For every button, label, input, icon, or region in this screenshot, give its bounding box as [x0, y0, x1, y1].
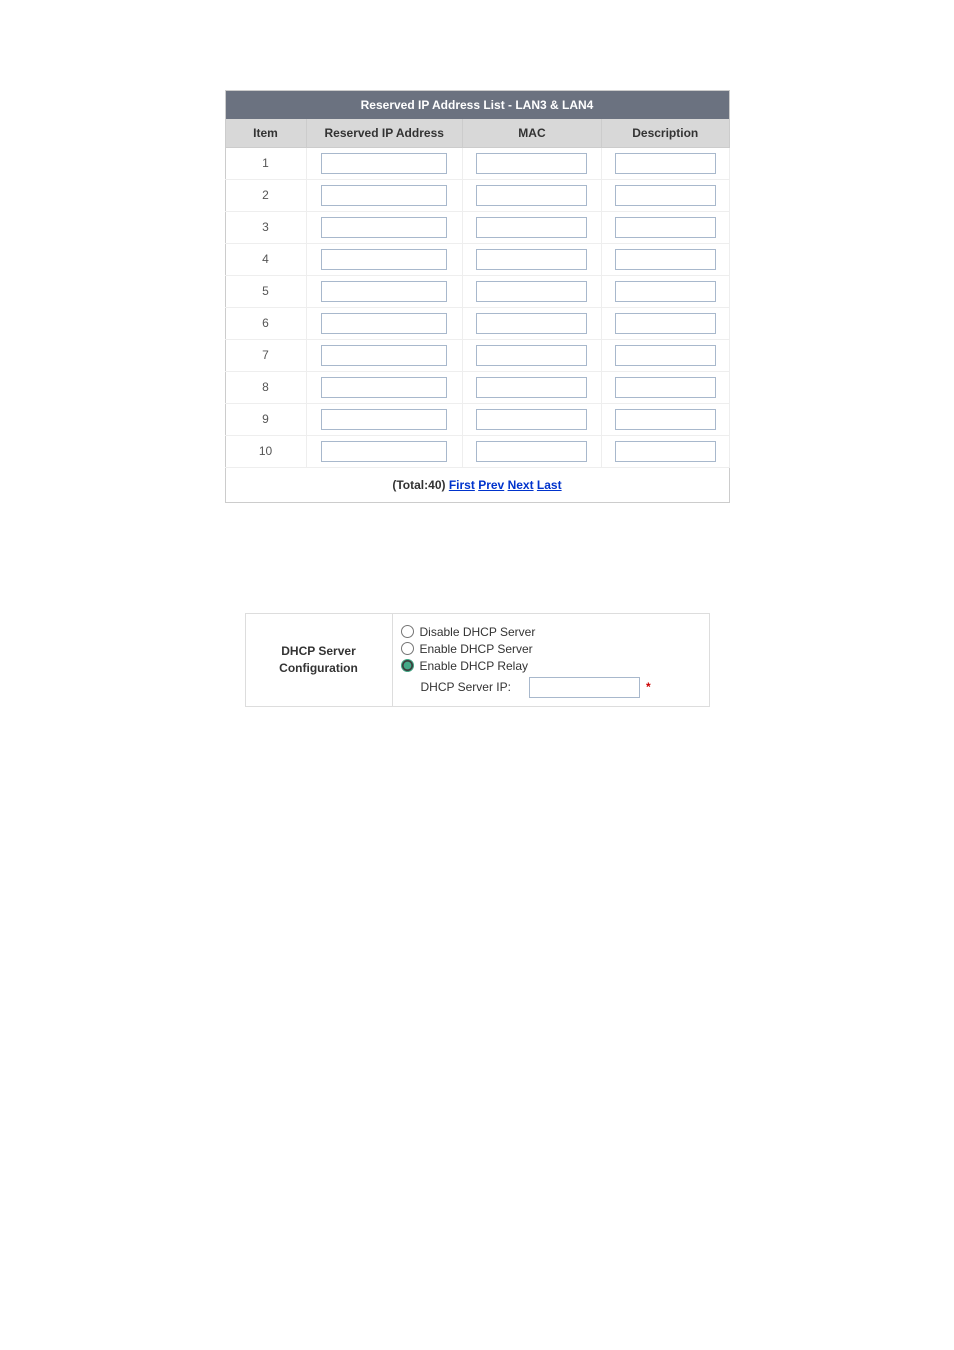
table-row: 2	[225, 179, 729, 211]
desc-input[interactable]	[615, 153, 716, 174]
header-ip: Reserved IP Address	[306, 119, 462, 148]
ip-input[interactable]	[321, 345, 447, 366]
ip-input[interactable]	[321, 249, 447, 270]
ip-input[interactable]	[321, 441, 447, 462]
dhcp-relay-radio[interactable]	[401, 659, 414, 672]
ip-input[interactable]	[321, 185, 447, 206]
desc-input[interactable]	[615, 377, 716, 398]
row-item: 3	[225, 211, 306, 243]
pager-first-link[interactable]: First	[449, 478, 475, 492]
desc-input[interactable]	[615, 441, 716, 462]
desc-input[interactable]	[615, 313, 716, 334]
dhcp-config-table: DHCP Server Configuration Disable DHCP S…	[245, 613, 710, 707]
ip-input[interactable]	[321, 409, 447, 430]
pager-prev-link[interactable]: Prev	[478, 478, 504, 492]
table-row: 3	[225, 211, 729, 243]
row-item: 1	[225, 147, 306, 179]
ip-input[interactable]	[321, 281, 447, 302]
desc-input[interactable]	[615, 281, 716, 302]
mac-input[interactable]	[476, 153, 587, 174]
dhcp-disable-label: Disable DHCP Server	[420, 625, 536, 639]
row-item: 7	[225, 339, 306, 371]
desc-input[interactable]	[615, 409, 716, 430]
table-row: 6	[225, 307, 729, 339]
desc-input[interactable]	[615, 217, 716, 238]
reserved-ip-table: Reserved IP Address List - LAN3 & LAN4 I…	[225, 90, 730, 503]
dhcp-relay-label: Enable DHCP Relay	[420, 659, 529, 673]
pager-last-link[interactable]: Last	[537, 478, 562, 492]
row-item: 10	[225, 435, 306, 467]
table-row: 1	[225, 147, 729, 179]
mac-input[interactable]	[476, 185, 587, 206]
ip-input[interactable]	[321, 153, 447, 174]
dhcp-server-ip-label: DHCP Server IP:	[421, 680, 511, 694]
table-row: 10	[225, 435, 729, 467]
row-item: 9	[225, 403, 306, 435]
ip-input[interactable]	[321, 217, 447, 238]
row-item: 2	[225, 179, 306, 211]
dhcp-server-ip-input[interactable]	[529, 677, 640, 698]
dhcp-disable-radio[interactable]	[401, 625, 414, 638]
mac-input[interactable]	[476, 249, 587, 270]
row-item: 4	[225, 243, 306, 275]
table-row: 8	[225, 371, 729, 403]
ip-input[interactable]	[321, 377, 447, 398]
ip-input[interactable]	[321, 313, 447, 334]
table-row: 5	[225, 275, 729, 307]
dhcp-options-cell: Disable DHCP Server Enable DHCP Server E…	[392, 613, 709, 706]
row-item: 8	[225, 371, 306, 403]
table-header-row: Item Reserved IP Address MAC Description	[225, 119, 729, 148]
mac-input[interactable]	[476, 313, 587, 334]
mac-input[interactable]	[476, 409, 587, 430]
pager-total: (Total:40)	[392, 478, 445, 492]
row-item: 5	[225, 275, 306, 307]
row-item: 6	[225, 307, 306, 339]
dhcp-enable-label: Enable DHCP Server	[420, 642, 533, 656]
header-item: Item	[225, 119, 306, 148]
required-mark: *	[646, 680, 651, 694]
pager-row: (Total:40) First Prev Next Last	[225, 467, 729, 502]
mac-input[interactable]	[476, 345, 587, 366]
desc-input[interactable]	[615, 185, 716, 206]
pager-next-link[interactable]: Next	[508, 478, 534, 492]
desc-input[interactable]	[615, 345, 716, 366]
desc-input[interactable]	[615, 249, 716, 270]
mac-input[interactable]	[476, 217, 587, 238]
mac-input[interactable]	[476, 281, 587, 302]
mac-input[interactable]	[476, 377, 587, 398]
table-row: 7	[225, 339, 729, 371]
table-row: 4	[225, 243, 729, 275]
header-desc: Description	[602, 119, 730, 148]
table-title: Reserved IP Address List - LAN3 & LAN4	[225, 91, 729, 119]
dhcp-config-label: DHCP Server Configuration	[245, 613, 392, 706]
dhcp-enable-radio[interactable]	[401, 642, 414, 655]
table-row: 9	[225, 403, 729, 435]
header-mac: MAC	[462, 119, 601, 148]
mac-input[interactable]	[476, 441, 587, 462]
